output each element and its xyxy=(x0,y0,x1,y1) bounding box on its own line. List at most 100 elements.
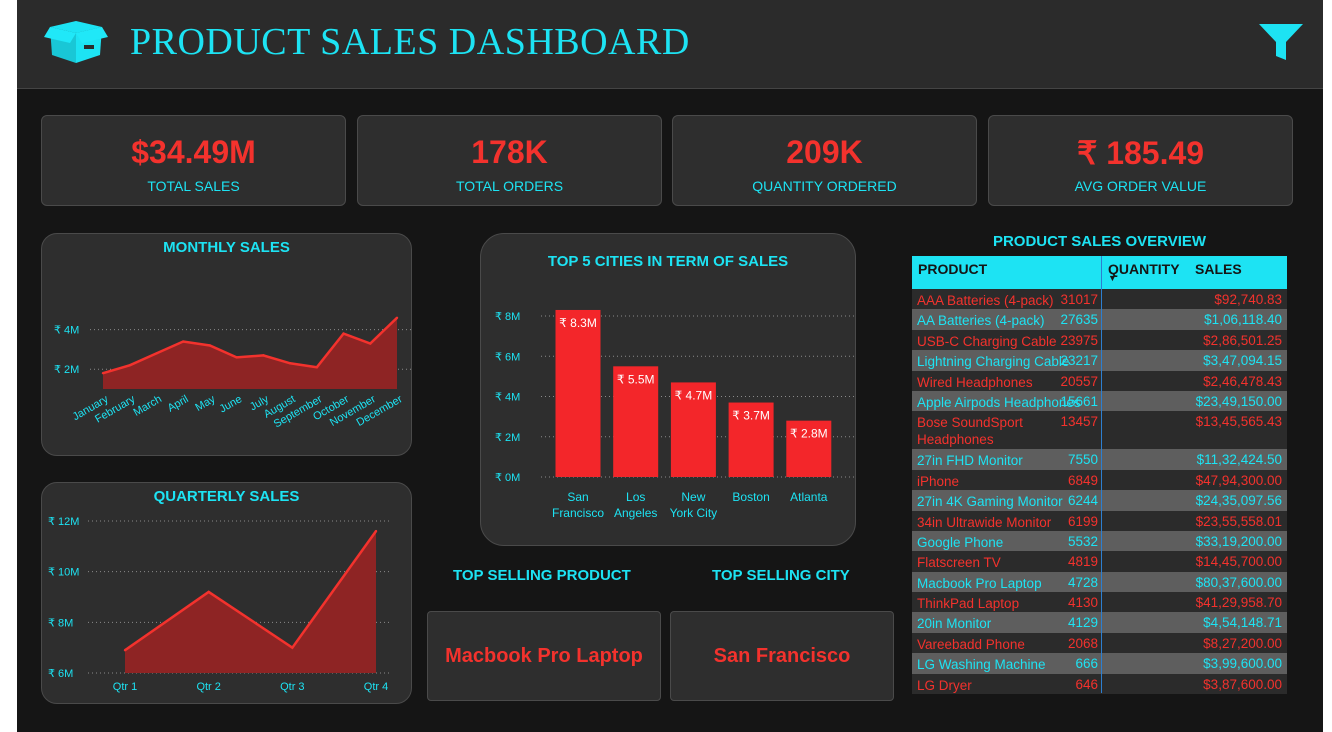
table-row[interactable]: iPhone 6849 $47,94,300.00 xyxy=(912,469,1287,491)
data-point xyxy=(207,590,210,594)
bar-data-label: ₹ 5.5M xyxy=(617,372,655,386)
kpi-total-sales: $34.49M TOTAL SALES xyxy=(41,115,346,206)
y-tick-label: ₹ 6M xyxy=(48,668,73,680)
table-row[interactable]: ThinkPad Laptop 4130 $41,29,958.70 xyxy=(912,592,1287,613)
top-cities-panel: TOP 5 CITIES IN TERM OF SALES ₹ 0M ₹ 2M ₹ … xyxy=(480,233,856,546)
top-selling-city-value: San Francisco xyxy=(713,645,851,667)
quantity-cell: 13457 xyxy=(1060,414,1098,430)
box-icon xyxy=(44,21,108,63)
product-table-body: AAA Batteries (4-pack) 31017 $92,740.83 AA … xyxy=(912,289,1287,695)
table-row[interactable]: Vareebadd Phone 2068 $8,27,200.00 xyxy=(912,632,1287,654)
quarterly-sales-panel: QUARTERLY SALES ₹ 6M ₹ 8M ₹ 10M ₹ 12M Qtr 1Q… xyxy=(41,482,412,704)
quantity-cell: 646 xyxy=(1075,676,1098,692)
quantity-cell: 6199 xyxy=(1067,513,1098,529)
x-tick-label: March xyxy=(131,393,163,419)
x-tick-label: Qtr 2 xyxy=(196,681,220,693)
table-row[interactable]: Flatscreen TV 4819 $14,45,700.00 xyxy=(912,551,1287,572)
kpi-value: 178K xyxy=(471,134,548,170)
sales-cell: $47,94,300.00 xyxy=(1195,472,1282,488)
table-row[interactable]: Macbook Pro Laptop 4728 $80,37,600.00 xyxy=(912,571,1287,593)
x-tick-label: New xyxy=(681,490,705,504)
y-tick-label: ₹ 10M xyxy=(48,567,79,579)
y-tick-label: ₹ 6M xyxy=(495,351,520,363)
kpi-label: TOTAL SALES xyxy=(147,178,240,194)
data-point xyxy=(155,352,158,355)
data-point xyxy=(208,344,212,347)
x-tick-label: June xyxy=(217,393,244,415)
sales-cell: $3,99,600.00 xyxy=(1203,656,1282,672)
kpi-avg-order-value: ₹ 185.49 AVG ORDER VALUE xyxy=(988,115,1293,206)
quantity-cell: 6244 xyxy=(1067,493,1098,509)
column-header-product[interactable]: PRODUCT xyxy=(918,261,987,277)
sales-cell: $80,37,600.00 xyxy=(1195,574,1282,590)
table-row[interactable]: 20in Monitor 4129 $4,54,148.71 xyxy=(912,612,1287,633)
table-row[interactable]: Lightning Charging Cable 23217 $3,47,094.1… xyxy=(912,350,1287,371)
table-row[interactable]: LG Washing Machine 666 $3,99,600.00 xyxy=(912,653,1287,674)
x-tick-label: Angeles xyxy=(614,506,657,520)
quantity-cell: 2068 xyxy=(1067,635,1098,651)
kpi-value: $34.49M xyxy=(131,134,256,170)
y-tick-label: ₹ 8M xyxy=(495,311,520,323)
quantity-cell: 31017 xyxy=(1060,292,1098,307)
filter-icon[interactable] xyxy=(1258,22,1304,62)
bar-data-label: ₹ 2.8M xyxy=(790,427,828,441)
sales-cell: $1,06,118.40 xyxy=(1204,312,1282,328)
top-selling-product-card: Macbook Pro Laptop xyxy=(427,611,661,701)
data-point xyxy=(123,649,127,652)
monthly-sales-chart: ₹ 2M₹ 4MJanuaryFebruaryMarch April May June… xyxy=(54,316,411,431)
table-row[interactable]: 27in FHD Monitor 7550 $11,32,424.50 xyxy=(912,449,1287,470)
table-row[interactable]: AAA Batteries (4-pack) 31017 $92,740.83 xyxy=(912,289,1287,310)
sales-cell: $4,54,148.71 xyxy=(1203,615,1282,631)
data-point xyxy=(128,364,131,367)
table-row[interactable]: Wired Headphones 20557 $2,46,478.43 xyxy=(912,370,1287,391)
top-cities-chart: ₹ 0M ₹ 2M ₹ 4M ₹ 6M ₹ 8M ₹ 8.3M San Francisco ₹ … xyxy=(495,309,855,520)
sales-cell: $2,46,478.43 xyxy=(1203,373,1282,389)
y-tick-label: ₹ 0M xyxy=(495,472,520,484)
column-header-sales[interactable]: SALES xyxy=(1195,261,1242,277)
sales-cell: $23,55,558.01 xyxy=(1195,513,1282,529)
sales-cell: $3,87,600.00 xyxy=(1203,676,1282,692)
sales-cell: $92,740.83 xyxy=(1214,292,1282,307)
sales-cell: $24,35,097.56 xyxy=(1195,493,1282,509)
y-tick-label: ₹ 8M xyxy=(48,617,73,629)
page-title: PRODUCT SALES DASHBOARD xyxy=(130,21,690,63)
kpi-label: TOTAL ORDERS xyxy=(455,178,564,194)
kpi-label: QUANTITY ORDERED xyxy=(752,178,897,194)
data-point xyxy=(342,332,345,335)
table-row[interactable]: LG Dryer 646 $3,87,600.00 xyxy=(912,673,1287,695)
sales-cell: $8,27,200.00 xyxy=(1203,635,1282,651)
sales-cell: $33,19,200.00 xyxy=(1195,533,1282,549)
kpi-value: ₹ 185.49 xyxy=(1076,135,1205,171)
table-row[interactable]: Apple Airpods Headphones 15661 $23,49,150.… xyxy=(912,390,1287,412)
x-tick-label: Los xyxy=(626,490,645,504)
top-selling-product-title: TOP SELLING PRODUCT xyxy=(453,567,631,584)
data-point xyxy=(395,316,399,319)
bar-data-label: ₹ 4.7M xyxy=(675,388,713,402)
data-point xyxy=(262,354,265,357)
data-point xyxy=(315,366,319,369)
sales-cell: $14,45,700.00 xyxy=(1195,554,1282,570)
x-tick-label: April xyxy=(166,393,191,414)
table-row[interactable]: USB-C Charging Cable 23975 $2,86,501.25 xyxy=(912,329,1287,351)
area-fill xyxy=(103,317,397,389)
table-row[interactable]: Bose SoundSport Headphones 13457 $13,45,56… xyxy=(912,411,1287,450)
sales-cell: $3,47,094.15 xyxy=(1203,353,1282,369)
x-tick-label: Atlanta xyxy=(790,490,828,504)
table-row[interactable]: AA Batteries (4-pack) 27635 $1,06,118.40 xyxy=(912,309,1287,330)
sales-cell: $41,29,958.70 xyxy=(1195,595,1282,611)
quantity-cell: 15661 xyxy=(1060,393,1098,409)
table-row[interactable]: 34in Ultrawide Monitor 6199 $23,55,558.01 xyxy=(912,510,1287,531)
sort-desc-icon[interactable]: ▼ xyxy=(1108,273,1117,283)
kpi-quantity-ordered: 209K QUANTITY ORDERED xyxy=(672,115,977,206)
quantity-cell: 4819 xyxy=(1067,554,1098,570)
data-point xyxy=(291,646,294,649)
sales-cell: $23,49,150.00 xyxy=(1195,393,1282,409)
column-header-quantity[interactable]: QUANTITY xyxy=(1108,261,1180,277)
quantity-cell: 5532 xyxy=(1067,533,1098,549)
table-row[interactable]: 27in 4K Gaming Monitor 6244 $24,35,097.56 xyxy=(912,490,1287,511)
data-point xyxy=(374,529,378,533)
table-row[interactable]: Google Phone 5532 $33,19,200.00 xyxy=(912,530,1287,552)
x-tick-label: May xyxy=(193,393,217,414)
quantity-cell: 27635 xyxy=(1060,312,1098,328)
y-tick-label: ₹ 2M xyxy=(54,364,79,376)
